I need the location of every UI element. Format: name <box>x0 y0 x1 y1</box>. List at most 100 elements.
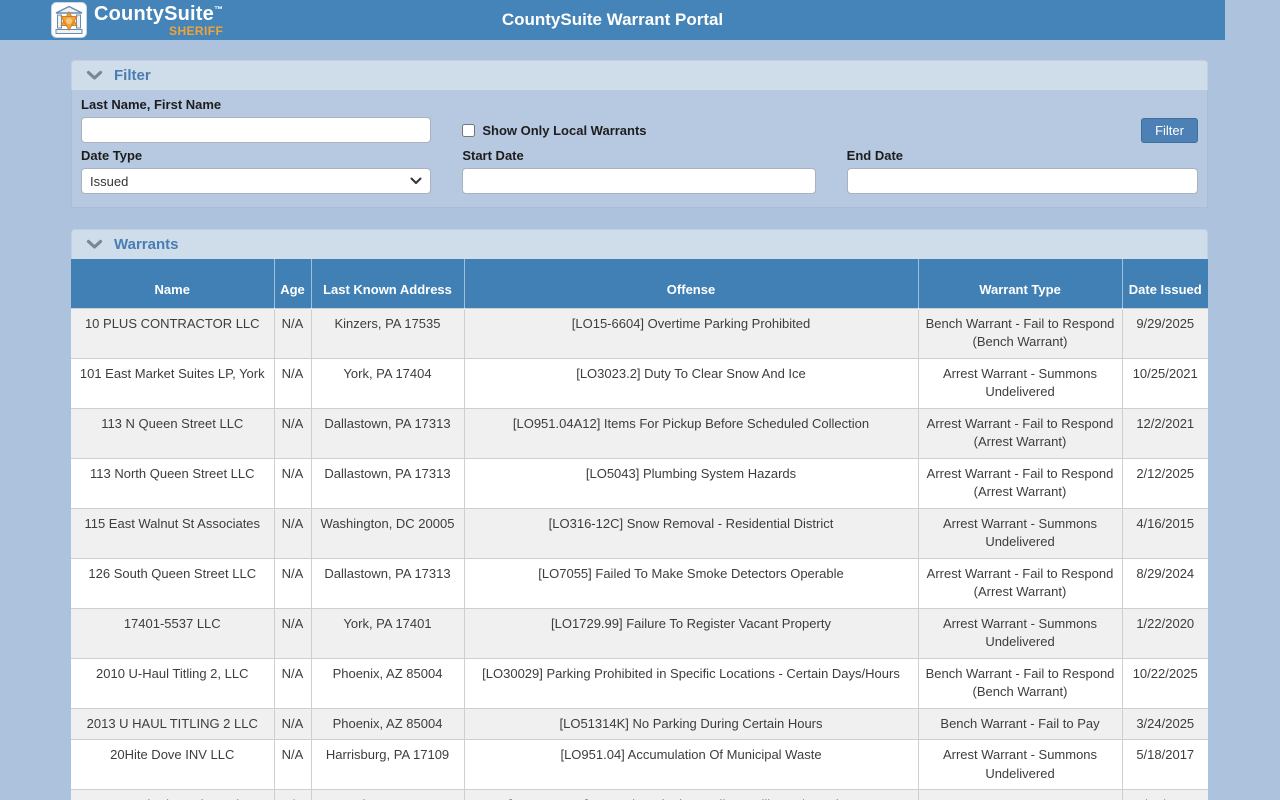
cell-warrant-type: Arrest Warrant - Summons Undelivered <box>917 789 1122 800</box>
cell-date-issued: 5/18/2017 <box>1121 739 1208 790</box>
table-row: 20Hite Dove INV LLC N/A Harrisburg, PA 1… <box>71 739 1208 790</box>
cell-address: York, PA 17404 <box>310 357 464 408</box>
cell-address: Harrisburg, PA 17109 <box>310 739 464 790</box>
cell-age: N/A <box>273 557 311 608</box>
app-header: CountySuite™ SHERIFF CountySuite Warrant… <box>0 0 1225 40</box>
cell-name: 17401-5537 LLC <box>71 607 274 658</box>
cell-date-issued: 9/29/2025 <box>1121 307 1208 358</box>
trademark-symbol: ™ <box>213 3 224 14</box>
cell-warrant-type: Arrest Warrant - Summons Undelivered <box>917 607 1122 658</box>
cell-address: York, PA 17401 <box>310 789 464 800</box>
cell-date-issued: 10/25/2021 <box>1121 357 1208 408</box>
cell-warrant-type: Arrest Warrant - Summons Undelivered <box>917 357 1122 408</box>
cell-age: N/A <box>273 407 311 458</box>
cell-offense: [LO15-6604] Overtime Parking Prohibited <box>463 307 918 358</box>
cell-warrant-type: Bench Warrant - Fail to Respond (Bench W… <box>917 657 1122 708</box>
cell-name: 226 Park Place Llc, York <box>71 789 274 800</box>
cell-offense: [LO3023.2] Duty To Clear Snow And Ice <box>463 357 918 408</box>
cell-age: N/A <box>273 707 311 740</box>
cell-date-issued: 6/10/2008 <box>1121 789 1208 800</box>
cell-age: N/A <box>273 657 311 708</box>
cell-name: 2013 U HAUL TITLING 2 LLC <box>71 707 274 740</box>
filter-section-header[interactable]: Filter <box>71 60 1208 90</box>
cell-name: 126 South Queen Street LLC <box>71 557 274 608</box>
warrants-table-body: 10 PLUS CONTRACTOR LLC N/A Kinzers, PA 1… <box>71 307 1208 800</box>
table-row: 226 Park Place Llc, York N/A York, PA 17… <box>71 789 1208 800</box>
cell-address: Kinzers, PA 17535 <box>310 307 464 358</box>
cell-offense: [LO951.04A12] Items For Pickup Before Sc… <box>463 407 918 458</box>
cell-offense: [LO316-12C] Snow Removal - Residential D… <box>463 507 918 558</box>
cell-address: Phoenix, AZ 85004 <box>310 657 464 708</box>
cell-address: York, PA 17401 <box>310 607 464 658</box>
filter-body: Last Name, First Name Show Only Local Wa… <box>71 90 1208 208</box>
cell-age: N/A <box>273 307 311 358</box>
cell-age: N/A <box>273 357 311 408</box>
cell-warrant-type: Arrest Warrant - Fail to Respond (Arrest… <box>917 557 1122 608</box>
cell-address: Dallastown, PA 17313 <box>310 407 464 458</box>
warrants-section-header[interactable]: Warrants <box>71 229 1208 259</box>
sheriff-badge-icon <box>51 2 87 38</box>
cell-age: N/A <box>273 607 311 658</box>
table-row: 2013 U HAUL TITLING 2 LLC N/A Phoenix, A… <box>71 707 1208 740</box>
cell-offense: [LO1729.99] Failure To Register Vacant P… <box>463 607 918 658</box>
start-date-label: Start Date <box>462 148 524 163</box>
cell-date-issued: 10/22/2025 <box>1121 657 1208 708</box>
table-row: 115 East Walnut St Associates N/A Washin… <box>71 507 1208 558</box>
table-row: 113 North Queen Street LLC N/A Dallastow… <box>71 457 1208 508</box>
chevron-down-icon <box>86 239 103 249</box>
logo-title: CountySuite™ <box>94 2 224 25</box>
cell-warrant-type: Arrest Warrant - Fail to Respond (Arrest… <box>917 407 1122 458</box>
logo-subtitle: SHERIFF <box>169 23 224 38</box>
table-row: 101 East Market Suites LP, York N/A York… <box>71 357 1208 408</box>
column-header-offense[interactable]: Offense <box>463 259 918 308</box>
column-header-warrant-type[interactable]: Warrant Type <box>917 259 1122 308</box>
filter-panel: Filter Last Name, First Name Show Only L… <box>71 60 1208 208</box>
cell-name: 115 East Walnut St Associates <box>71 507 274 558</box>
column-header-name[interactable]: Name <box>71 259 274 308</box>
show-only-local-checkbox[interactable] <box>462 123 476 137</box>
cell-name: 113 North Queen Street LLC <box>71 457 274 508</box>
column-header-age[interactable]: Age <box>273 259 311 308</box>
cell-address: Dallastown, PA 17313 <box>310 457 464 508</box>
table-row: 17401-5537 LLC N/A York, PA 17401 [LO172… <box>71 607 1208 658</box>
filter-section-title: Filter <box>114 67 151 84</box>
chevron-down-icon <box>86 70 103 80</box>
cell-name: 10 PLUS CONTRACTOR LLC <box>71 307 274 358</box>
cell-name: 101 East Market Suites LP, York <box>71 357 274 408</box>
cell-address: Phoenix, AZ 85004 <box>310 707 464 740</box>
cell-name: 113 N Queen Street LLC <box>71 407 274 458</box>
table-row: 2010 U-Haul Titling 2, LLC N/A Phoenix, … <box>71 657 1208 708</box>
table-row: 10 PLUS CONTRACTOR LLC N/A Kinzers, PA 1… <box>71 307 1208 358</box>
cell-date-issued: 12/2/2021 <box>1121 407 1208 458</box>
cell-date-issued: 8/29/2024 <box>1121 557 1208 608</box>
warrants-panel: Warrants Name Age Last Known Address Off… <box>71 229 1208 800</box>
table-row: 126 South Queen Street LLC N/A Dallastow… <box>71 557 1208 608</box>
cell-offense: [LO7055] Failed To Make Smoke Detectors … <box>463 557 918 608</box>
cell-age: N/A <box>273 457 311 508</box>
cell-date-issued: 2/12/2025 <box>1121 457 1208 508</box>
cell-age: N/A <box>273 739 311 790</box>
cell-date-issued: 4/16/2015 <box>1121 507 1208 558</box>
cell-warrant-type: Arrest Warrant - Fail to Respond (Arrest… <box>917 457 1122 508</box>
table-row: 113 N Queen Street LLC N/A Dallastown, P… <box>71 407 1208 458</box>
table-header-row: Name Age Last Known Address Offense Warr… <box>71 259 1208 308</box>
cell-offense: [LO1761.04A] Operating Single-Family Dwe… <box>463 789 918 800</box>
cell-date-issued: 1/22/2020 <box>1121 607 1208 658</box>
cell-offense: [LO5043] Plumbing System Hazards <box>463 457 918 508</box>
column-header-date-issued[interactable]: Date Issued <box>1121 259 1208 308</box>
cell-warrant-type: Arrest Warrant - Summons Undelivered <box>917 739 1122 790</box>
last-name-input[interactable] <box>81 117 432 143</box>
warrants-section-title: Warrants <box>114 236 179 253</box>
cell-warrant-type: Bench Warrant - Fail to Respond (Bench W… <box>917 307 1122 358</box>
countysuite-logo: CountySuite™ SHERIFF <box>51 2 223 38</box>
start-date-input[interactable] <box>462 168 816 194</box>
cell-date-issued: 3/24/2025 <box>1121 707 1208 740</box>
show-only-local-label: Show Only Local Warrants <box>482 122 647 138</box>
cell-offense: [LO951.04] Accumulation Of Municipal Was… <box>463 739 918 790</box>
filter-button[interactable]: Filter <box>1141 117 1198 143</box>
column-header-last-known-address[interactable]: Last Known Address <box>310 259 464 308</box>
end-date-input[interactable] <box>846 168 1198 194</box>
date-type-select[interactable]: Issued <box>81 168 432 194</box>
cell-warrant-type: Arrest Warrant - Summons Undelivered <box>917 507 1122 558</box>
date-type-label: Date Type <box>81 148 143 163</box>
